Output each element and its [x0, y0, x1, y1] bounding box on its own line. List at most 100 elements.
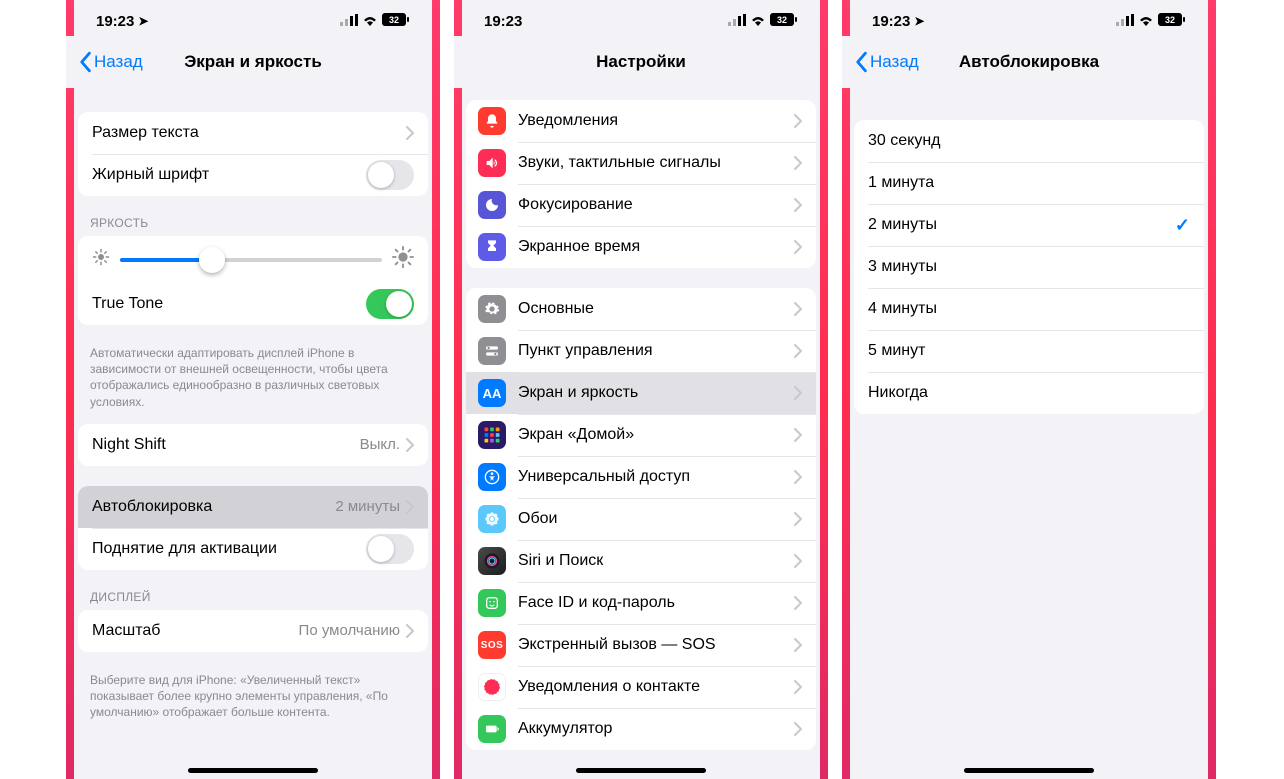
display-zoom-footer: Выберите вид для iPhone: «Увеличенный те…: [90, 672, 416, 721]
speaker-icon: [478, 149, 506, 177]
svg-text:32: 32: [389, 15, 399, 25]
night-shift-value: Выкл.: [360, 436, 400, 453]
chevron-right-icon: [794, 596, 802, 610]
settings-row-label: Пункт управления: [518, 342, 794, 360]
settings-row[interactable]: Экранное время: [466, 226, 816, 268]
phone-autolock: 19:23 ➤ 32 Назад Автоблокировка 30 секун…: [842, 0, 1216, 779]
bold-text-toggle[interactable]: [366, 160, 414, 190]
settings-row[interactable]: Siri и Поиск: [466, 540, 816, 582]
chevron-right-icon: [794, 680, 802, 694]
battery-icon: [478, 715, 506, 743]
true-tone-footer: Автоматически адаптировать дисплей iPhon…: [90, 345, 416, 410]
settings-row-label: Уведомления о контакте: [518, 678, 794, 696]
chevron-right-icon: [794, 722, 802, 736]
brightness-slider[interactable]: [120, 258, 382, 262]
sun-small-icon: [92, 248, 110, 271]
settings-row-label: Экстренный вызов — SOS: [518, 636, 794, 654]
autolock-option-label: 30 секунд: [868, 132, 1190, 150]
status-time: 19:23: [96, 13, 134, 30]
bold-text-label: Жирный шрифт: [92, 166, 366, 184]
settings-row[interactable]: Звуки, тактильные сигналы: [466, 142, 816, 184]
page-title: Настройки: [454, 52, 828, 72]
aa-icon: AA: [478, 379, 506, 407]
settings-row[interactable]: AA Экран и яркость: [466, 372, 816, 414]
chevron-right-icon: [406, 624, 414, 638]
autolock-row[interactable]: Автоблокировка 2 минуты: [78, 486, 428, 528]
chevron-right-icon: [794, 302, 802, 316]
night-shift-row[interactable]: Night Shift Выкл.: [78, 424, 428, 466]
true-tone-label: True Tone: [92, 295, 366, 313]
back-button[interactable]: Назад: [78, 51, 143, 73]
sun-large-icon: [392, 246, 414, 273]
battery-icon: 32: [1158, 13, 1186, 30]
settings-row[interactable]: Фокусирование: [466, 184, 816, 226]
face-icon: [478, 589, 506, 617]
location-icon: ➤: [138, 14, 148, 28]
nav-bar: Настройки: [454, 36, 828, 88]
settings-row[interactable]: SOS Экстренный вызов — SOS: [466, 624, 816, 666]
text-size-row[interactable]: Размер текста: [78, 112, 428, 154]
settings-row[interactable]: Face ID и код-пароль: [466, 582, 816, 624]
chevron-right-icon: [406, 126, 414, 140]
chevron-right-icon: [794, 344, 802, 358]
true-tone-row[interactable]: True Tone: [78, 283, 428, 325]
cellular-icon: [1116, 13, 1134, 30]
autolock-option[interactable]: 2 минуты✓: [854, 204, 1204, 246]
autolock-option[interactable]: 1 минута: [854, 162, 1204, 204]
battery-icon: 32: [382, 13, 410, 30]
settings-row[interactable]: Экран «Домой»: [466, 414, 816, 456]
autolock-option[interactable]: 30 секунд: [854, 120, 1204, 162]
autolock-option-label: 1 минута: [868, 174, 1190, 192]
settings-row[interactable]: Пункт управления: [466, 330, 816, 372]
true-tone-toggle[interactable]: [366, 289, 414, 319]
autolock-option-label: 2 минуты: [868, 216, 1175, 234]
status-bar: 19:23 ➤ 32: [842, 0, 1216, 36]
settings-row-label: Face ID и код-пароль: [518, 594, 794, 612]
back-label: Назад: [94, 52, 143, 72]
home-indicator[interactable]: [576, 768, 706, 773]
brightness-slider-row: [78, 236, 428, 283]
display-zoom-row[interactable]: Масштаб По умолчанию: [78, 610, 428, 652]
home-indicator[interactable]: [964, 768, 1094, 773]
autolock-option-label: Никогда: [868, 384, 1190, 402]
autolock-option[interactable]: 5 минут: [854, 330, 1204, 372]
settings-row[interactable]: Универсальный доступ: [466, 456, 816, 498]
settings-row[interactable]: Обои: [466, 498, 816, 540]
autolock-option[interactable]: Никогда: [854, 372, 1204, 414]
cellular-icon: [340, 13, 358, 30]
moon-icon: [478, 191, 506, 219]
settings-row[interactable]: Аккумулятор: [466, 708, 816, 750]
status-bar: 19:23 32: [454, 0, 828, 36]
autolock-option[interactable]: 3 минуты: [854, 246, 1204, 288]
display-header: ДИСПЛЕЙ: [90, 590, 416, 604]
brightness-header: ЯРКОСТЬ: [90, 216, 416, 230]
autolock-label: Автоблокировка: [92, 498, 335, 516]
settings-row-label: Фокусирование: [518, 196, 794, 214]
autolock-option[interactable]: 4 минуты: [854, 288, 1204, 330]
raise-to-wake-toggle[interactable]: [366, 534, 414, 564]
settings-row-label: Основные: [518, 300, 794, 318]
night-shift-label: Night Shift: [92, 436, 360, 454]
back-button[interactable]: Назад: [854, 51, 919, 73]
flower-icon: [478, 505, 506, 533]
raise-to-wake-row[interactable]: Поднятие для активации: [78, 528, 428, 570]
chevron-right-icon: [794, 512, 802, 526]
display-zoom-value: По умолчанию: [299, 622, 400, 639]
chevron-right-icon: [794, 638, 802, 652]
location-icon: ➤: [914, 14, 924, 28]
checkmark-icon: ✓: [1175, 215, 1190, 236]
settings-row-label: Siri и Поиск: [518, 552, 794, 570]
settings-row[interactable]: Основные: [466, 288, 816, 330]
display-zoom-label: Масштаб: [92, 622, 299, 640]
settings-row-label: Экран и яркость: [518, 384, 794, 402]
switches-icon: [478, 337, 506, 365]
bold-text-row[interactable]: Жирный шрифт: [78, 154, 428, 196]
chevron-right-icon: [794, 386, 802, 400]
settings-row[interactable]: Уведомления: [466, 100, 816, 142]
chevron-right-icon: [794, 554, 802, 568]
settings-row[interactable]: Уведомления о контакте: [466, 666, 816, 708]
sos-icon: SOS: [478, 631, 506, 659]
grid-icon: [478, 421, 506, 449]
home-indicator[interactable]: [188, 768, 318, 773]
wifi-icon: [750, 13, 766, 30]
